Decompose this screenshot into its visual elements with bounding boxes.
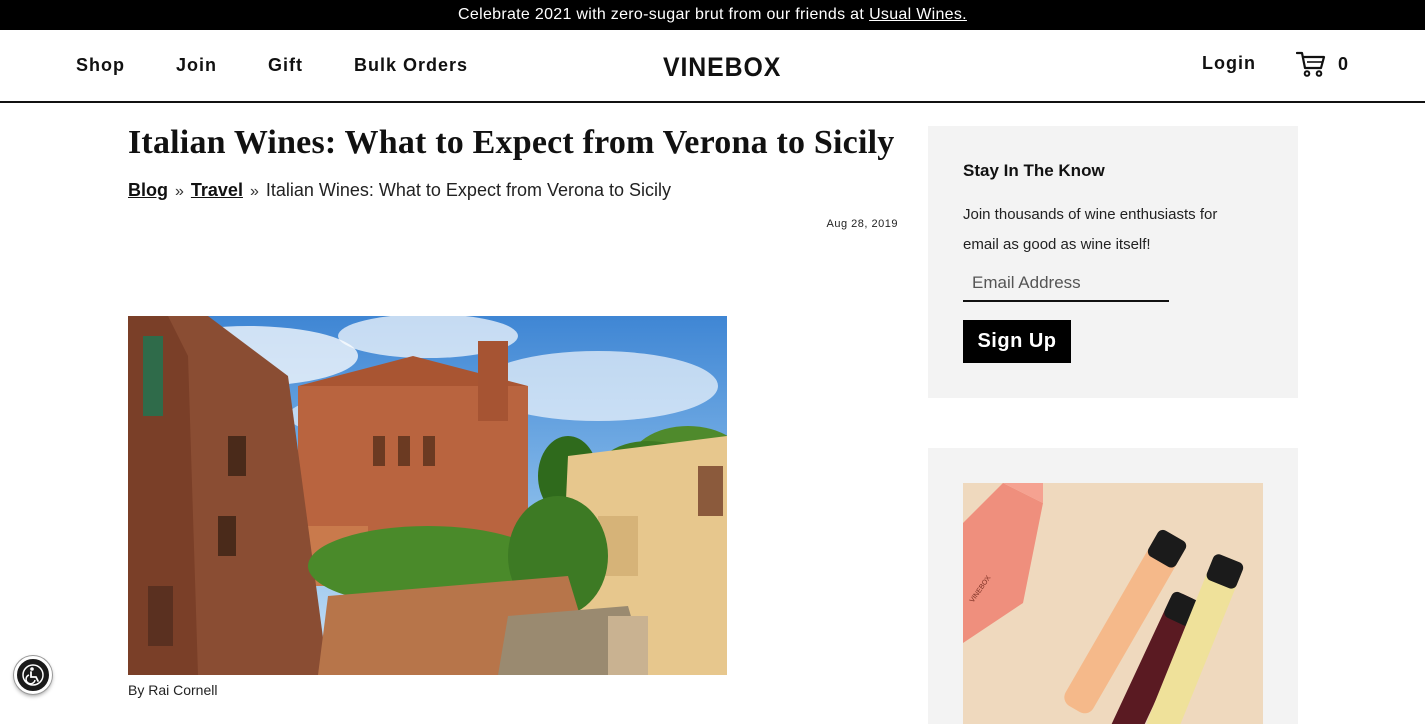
breadcrumb-travel[interactable]: Travel [191,180,243,201]
promo-banner: Celebrate 2021 with zero-sugar brut from… [0,0,1425,30]
promo-link[interactable]: Usual Wines. [869,6,967,24]
promo-text: Celebrate 2021 with zero-sugar brut from… [458,6,865,23]
breadcrumb-blog[interactable]: Blog [128,180,168,201]
breadcrumb-current: Italian Wines: What to Expect from Veron… [265,180,672,200]
nav-join[interactable]: Join [176,55,217,76]
accessibility-icon[interactable] [14,656,52,694]
cart-count[interactable]: 0 [1338,54,1348,75]
nav-bulk-orders[interactable]: Bulk Orders [354,55,468,76]
site-logo[interactable]: VINEBOX [663,52,781,83]
breadcrumb: Blog » Travel » Italian Wines: What to E… [128,180,671,201]
site-header: Shop Join Gift Bulk Orders VINEBOX Login… [0,30,1425,103]
email-field[interactable] [963,266,1169,302]
cart-icon[interactable] [1296,50,1326,78]
article-date: Aug 28, 2019 [826,218,898,230]
breadcrumb-separator: » [175,183,184,200]
newsletter-text: Join thousands of wine enthusiasts for e… [963,206,1218,253]
hero-image [128,316,727,675]
article-byline: By Rai Cornell [128,682,218,698]
promo-box: VINEBOX [928,448,1298,724]
login-link[interactable]: Login [1202,53,1256,74]
promo-image[interactable]: VINEBOX [963,483,1263,724]
article-title: Italian Wines: What to Expect from Veron… [128,124,895,161]
newsletter-box: Stay In The Know Join thousands of wine … [928,126,1298,398]
newsletter-title: Stay In The Know [963,161,1105,180]
signup-button[interactable]: Sign Up [963,320,1071,363]
main-nav: Shop Join Gift Bulk Orders [76,30,519,101]
breadcrumb-separator: » [249,183,259,200]
nav-gift[interactable]: Gift [268,55,303,76]
nav-shop[interactable]: Shop [76,55,125,76]
